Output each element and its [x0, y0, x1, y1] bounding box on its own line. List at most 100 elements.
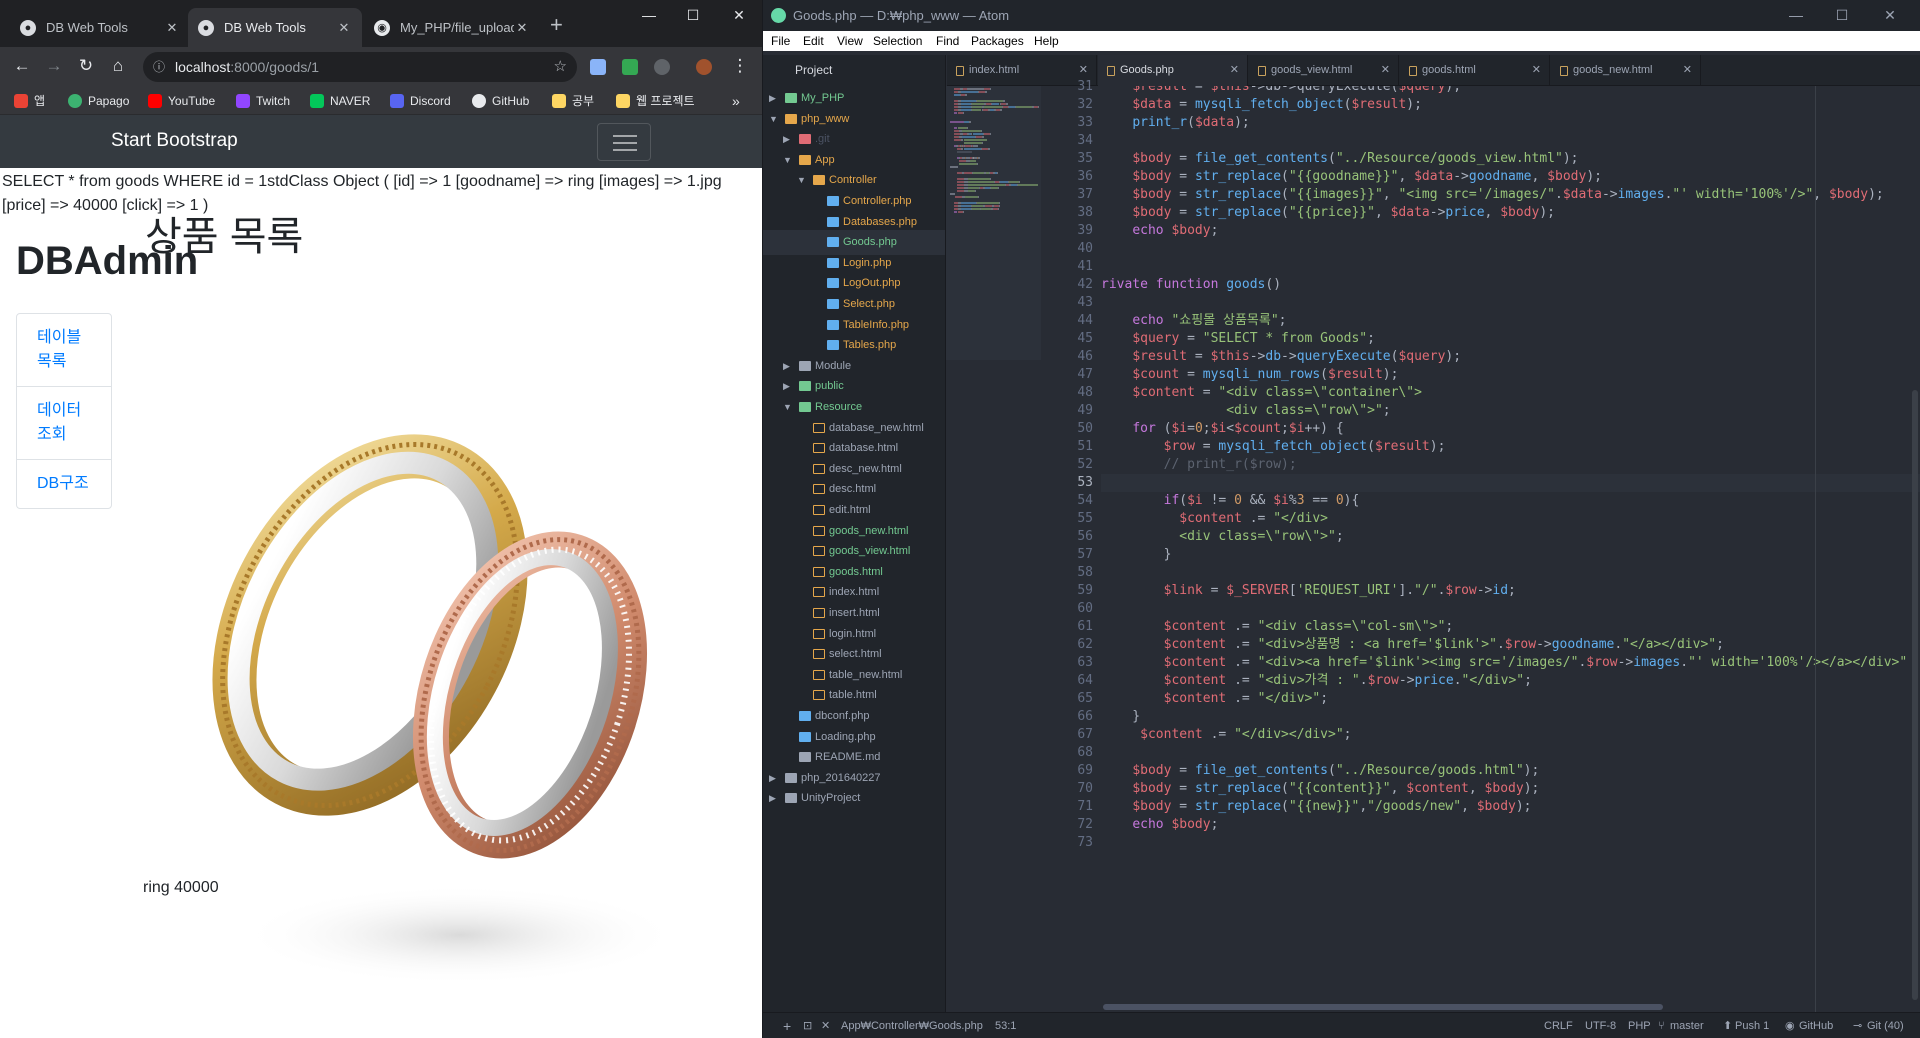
bookmark-naver[interactable]: NAVER [310, 91, 370, 111]
code-line[interactable]: $body = str_replace("{{price}}", $data->… [1101, 204, 1555, 222]
code-line[interactable]: $body = str_replace("{{content}}", $cont… [1101, 780, 1539, 798]
grammar[interactable]: PHP [1628, 1013, 1651, 1038]
code-line[interactable]: } [1101, 546, 1172, 564]
github-panel[interactable]: GitHub [1799, 1013, 1833, 1038]
code-line[interactable]: $body = str_replace("{{new}}","/goods/ne… [1101, 798, 1531, 816]
editor-tab-goods-view-html[interactable]: goods_view.html ✕ [1249, 55, 1399, 86]
new-tab-button[interactable]: + [550, 14, 563, 36]
minimap[interactable] [946, 86, 1041, 360]
code-line[interactable]: for ($i=0;$i<$count;$i++) { [1101, 420, 1343, 438]
menu-selection[interactable]: Selection [873, 31, 922, 51]
editor-tab-goods-new-html[interactable]: goods_new.html ✕ [1551, 55, 1701, 86]
home-icon[interactable]: ⌂ [106, 55, 130, 77]
sidenav-table-list[interactable]: 테이블 목록 [17, 314, 111, 387]
code-line[interactable]: <div class=\"row\">"; [1101, 528, 1343, 546]
maximize-button[interactable]: ☐ [1819, 0, 1865, 31]
code-line[interactable]: $count = mysqli_num_rows($result); [1101, 366, 1398, 384]
bookmark-folder-study[interactable]: 공부 [552, 91, 594, 111]
back-icon[interactable]: ← [10, 55, 34, 77]
menu-help[interactable]: Help [1034, 31, 1059, 51]
bookmark-apps[interactable]: 앱 [14, 91, 45, 111]
adblock-extension-icon[interactable] [622, 59, 638, 75]
code-line[interactable]: $query = "SELECT * from Goods"; [1101, 330, 1375, 348]
close-icon[interactable]: ✕ [514, 20, 530, 36]
code-line[interactable]: $body = str_replace("{{goodname}}", $dat… [1101, 168, 1602, 186]
close-window-button[interactable]: ✕ [1867, 0, 1913, 31]
bookmark-twitch[interactable]: Twitch [236, 91, 290, 111]
close-icon[interactable]: ✕ [336, 20, 352, 36]
git-push[interactable]: Push 1 [1735, 1013, 1769, 1038]
code-line[interactable]: echo "쇼핑몰 상품목록"; [1101, 312, 1286, 330]
code-line[interactable]: echo $body; [1101, 222, 1218, 240]
code-line[interactable] [1101, 474, 1920, 492]
code-line[interactable]: $body = file_get_contents("../Resource/g… [1101, 150, 1578, 168]
close-icon[interactable]: ✕ [1532, 55, 1541, 86]
editor-tab-goods-php[interactable]: Goods.php ✕ [1098, 55, 1248, 86]
navbar-brand[interactable]: Start Bootstrap [111, 130, 238, 152]
forward-icon[interactable]: → [42, 55, 66, 77]
code-line[interactable]: $content .= "</div>"; [1101, 690, 1328, 708]
code-editor[interactable]: $result = $this->db->queryExecute($query… [1101, 86, 1920, 1012]
code-line[interactable]: $content .= "<div>상품명 : <a href='$link'>… [1101, 636, 1724, 654]
code-line[interactable]: <div class=\"row\">"; [1101, 402, 1390, 420]
code-line[interactable]: // print_r($row); [1101, 456, 1297, 474]
menu-file[interactable]: File [771, 31, 790, 51]
browser-tab-3[interactable]: ◉ My_PHP/file_upload ✕ [364, 8, 540, 47]
editor-tab-index-html[interactable]: index.html ✕ [947, 55, 1097, 86]
bookmark-youtube[interactable]: YouTube [148, 91, 215, 111]
close-window-button[interactable]: ✕ [716, 4, 762, 26]
bookmark-discord[interactable]: Discord [390, 91, 451, 111]
maximize-button[interactable]: ☐ [670, 4, 716, 26]
menu-packages[interactable]: Packages [971, 31, 1024, 51]
cursor-position[interactable]: 53:1 [995, 1013, 1016, 1038]
bookmark-star-icon[interactable]: ☆ [554, 52, 567, 82]
close-icon[interactable]: ✕ [1381, 55, 1390, 86]
address-bar[interactable]: ⓘ localhost:8000/goods/1 ☆ [143, 52, 577, 82]
encoding[interactable]: UTF-8 [1585, 1013, 1616, 1038]
vertical-scrollbar[interactable] [1912, 390, 1918, 1000]
sidenav-db-structure[interactable]: DB구조 [17, 460, 111, 508]
chevron-right-icon[interactable]: ▶ [769, 786, 776, 811]
minimize-button[interactable]: — [626, 4, 672, 26]
add-icon[interactable]: + [783, 1013, 791, 1038]
git-branch[interactable]: master [1670, 1013, 1704, 1038]
code-line[interactable]: $content .= "<div class=\"col-sm\">"; [1101, 618, 1454, 636]
code-line[interactable]: $body = str_replace("{{images}}", "<img … [1101, 186, 1883, 204]
close-icon[interactable]: ✕ [1683, 55, 1692, 86]
code-line[interactable]: $result = $this->db->queryExecute($query… [1101, 86, 1461, 96]
menu-view[interactable]: View [837, 31, 863, 51]
code-line[interactable]: $link = $_SERVER['REQUEST_URI']."/".$row… [1101, 582, 1516, 600]
code-line[interactable]: $body = file_get_contents("../Resource/g… [1101, 762, 1539, 780]
file-path[interactable]: App₩Controller₩Goods.php [841, 1013, 983, 1038]
code-line[interactable]: print_r($data); [1101, 114, 1249, 132]
menu-edit[interactable]: Edit [803, 31, 824, 51]
code-line[interactable]: $result = $this->db->queryExecute($query… [1101, 348, 1461, 366]
code-line[interactable]: } [1101, 708, 1140, 726]
reload-icon[interactable]: ↻ [74, 55, 98, 77]
close-icon[interactable]: ✕ [821, 1013, 830, 1038]
menu-find[interactable]: Find [936, 31, 959, 51]
profile-avatar[interactable] [696, 59, 712, 75]
editor-tab-goods-html[interactable]: goods.html ✕ [1400, 55, 1550, 86]
close-icon[interactable]: ✕ [164, 20, 180, 36]
bookmark-papago[interactable]: Papago [68, 91, 129, 111]
navbar-toggler-button[interactable] [597, 123, 651, 161]
code-line[interactable]: $content .= "</div></div>"; [1101, 726, 1351, 744]
tree-item[interactable]: ▶ UnityProject [763, 786, 945, 811]
bookmark-github[interactable]: GitHub [472, 91, 529, 111]
info-icon[interactable]: ⓘ [153, 52, 165, 82]
browser-tab-2[interactable]: ● DB Web Tools ✕ [188, 8, 362, 47]
git-panel[interactable]: Git (40) [1867, 1013, 1904, 1038]
code-line[interactable]: if($i != 0 && $i%3 == 0){ [1101, 492, 1360, 510]
lightbulb-extension-icon[interactable] [654, 59, 670, 75]
code-line[interactable]: rivate function goods() [1101, 276, 1281, 294]
code-line[interactable]: $content .= "<div>가격 : ".$row->price."</… [1101, 672, 1532, 690]
bookmark-folder-web-project[interactable]: 웹 프로젝트 [616, 91, 695, 111]
bookmarks-overflow-button[interactable]: » [732, 91, 740, 111]
code-line[interactable]: $content .= "<div><a href='$link'><img s… [1101, 654, 1908, 672]
code-line[interactable]: $content .= "</div> [1101, 510, 1328, 528]
code-line[interactable]: $content = "<div class=\"container\"> [1101, 384, 1422, 402]
sidenav-data-view[interactable]: 데이터 조회 [17, 387, 111, 460]
tree-view-header[interactable]: Project [763, 55, 946, 86]
line-ending[interactable]: CRLF [1544, 1013, 1573, 1038]
